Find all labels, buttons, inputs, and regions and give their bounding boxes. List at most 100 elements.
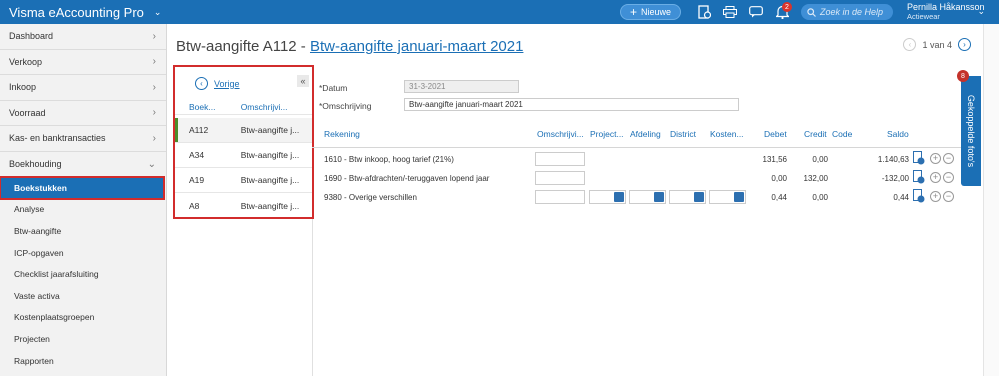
description-label: *Omschrijving bbox=[319, 101, 372, 111]
list-item[interactable]: A8 Btw-aangifte j... bbox=[175, 193, 312, 218]
cell-debet[interactable]: 0,44 bbox=[752, 193, 787, 202]
app-brand[interactable]: Visma eAccounting Pro ⌄ bbox=[0, 0, 164, 24]
pager: ‹ 1 van 4 › bbox=[903, 38, 971, 51]
col-code[interactable]: Code bbox=[832, 129, 852, 139]
col-debet[interactable]: Debet bbox=[764, 129, 787, 139]
col-afdeling[interactable]: Afdeling bbox=[630, 129, 661, 139]
header-divider bbox=[312, 147, 962, 148]
linked-photos-tab[interactable]: Gekoppelde foto's bbox=[961, 76, 981, 186]
page-title-link[interactable]: Btw-aangifte januari-maart 2021 bbox=[310, 38, 523, 55]
col-rekening[interactable]: Rekening bbox=[324, 129, 360, 139]
pager-text: 1 van 4 bbox=[922, 39, 952, 50]
list-item[interactable]: A34 Btw-aangifte j... bbox=[175, 143, 312, 168]
remove-row-icon[interactable]: − bbox=[943, 190, 954, 202]
sidebar-sub-checklist[interactable]: Checklist jaarafsluiting bbox=[0, 263, 166, 285]
previous-page-icon[interactable]: ‹ bbox=[903, 38, 917, 51]
cell-credit[interactable]: 132,00 bbox=[792, 174, 828, 183]
list-item-id: A19 bbox=[189, 175, 205, 185]
attach-document-icon[interactable] bbox=[913, 189, 925, 203]
col-kosten[interactable]: Kosten... bbox=[710, 129, 744, 139]
row-actions: + − bbox=[913, 170, 954, 184]
sidebar-sub-rapporten[interactable]: Rapporten bbox=[0, 350, 166, 372]
col-district[interactable]: District bbox=[670, 129, 696, 139]
add-row-icon[interactable]: + bbox=[930, 171, 941, 183]
app-title: Visma eAccounting Pro bbox=[9, 4, 144, 20]
remove-row-icon[interactable]: − bbox=[943, 171, 954, 183]
document-settings-icon[interactable] bbox=[694, 2, 714, 22]
sidebar-item-label: Boekhouding bbox=[9, 159, 62, 170]
add-row-icon[interactable]: + bbox=[930, 152, 941, 164]
new-button[interactable]: + Nieuwe bbox=[619, 4, 681, 20]
list-item[interactable]: A19 Btw-aangifte j... bbox=[175, 168, 312, 193]
list-item-desc: Btw-aangifte j... bbox=[240, 125, 300, 135]
lookup-icon[interactable] bbox=[614, 192, 624, 202]
sidebar-sub-kostenplaatsgroepen[interactable]: Kostenplaatsgroepen bbox=[0, 307, 166, 329]
attach-document-icon[interactable] bbox=[913, 151, 925, 165]
col-saldo[interactable]: Saldo bbox=[887, 129, 909, 139]
sidebar-item-label: Voorraad bbox=[9, 107, 46, 118]
cell-rekening[interactable]: 9380 - Overige verschillen bbox=[324, 193, 417, 202]
voucher-list-panel: ‹ Vorige « Boek... Omschrijvi... A112 Btw… bbox=[173, 65, 314, 219]
company-name: Actiewear bbox=[907, 12, 940, 21]
plus-icon: + bbox=[629, 5, 637, 19]
list-item[interactable]: A112 Btw-aangifte j... bbox=[175, 118, 312, 143]
cell-saldo: 0,44 bbox=[893, 193, 909, 202]
list-header: Boek... Omschrijvi... bbox=[175, 99, 312, 115]
next-page-icon[interactable]: › bbox=[958, 38, 971, 51]
chevron-right-icon: › bbox=[152, 107, 156, 119]
sidebar-item-kas-bank[interactable]: Kas- en banktransacties › bbox=[0, 126, 166, 152]
chevron-right-icon: › bbox=[152, 30, 156, 42]
sidebar-sub-analyse[interactable]: Analyse bbox=[0, 199, 166, 221]
omschrijving-input[interactable] bbox=[535, 152, 585, 166]
date-field: 31-3-2021 bbox=[404, 80, 519, 93]
list-header-description[interactable]: Omschrijvi... bbox=[221, 102, 312, 112]
sidebar-item-voorraad[interactable]: Voorraad › bbox=[0, 101, 166, 126]
collapse-panel-icon[interactable]: « bbox=[297, 75, 309, 87]
sidebar-sub-projecten[interactable]: Projecten bbox=[0, 328, 166, 350]
sidebar-item-dashboard[interactable]: Dashboard › bbox=[0, 24, 166, 50]
description-field[interactable]: Btw-aangifte januari-maart 2021 bbox=[404, 98, 739, 111]
help-search-input[interactable]: Zoek in de Help bbox=[801, 4, 893, 20]
sidebar-sub-btw-aangifte[interactable]: Btw-aangifte bbox=[0, 220, 166, 242]
col-credit[interactable]: Credit bbox=[804, 129, 827, 139]
lookup-icon[interactable] bbox=[654, 192, 664, 202]
notification-badge: 2 bbox=[782, 2, 792, 12]
lookup-icon[interactable] bbox=[694, 192, 704, 202]
col-project[interactable]: Project... bbox=[590, 129, 624, 139]
omschrijving-input[interactable] bbox=[535, 190, 585, 204]
sidebar-sub-vaste-activa[interactable]: Vaste activa bbox=[0, 285, 166, 307]
sidebar-item-label: Kas- en banktransacties bbox=[9, 133, 106, 144]
chat-icon[interactable] bbox=[746, 2, 766, 22]
sidebar-item-boekhouding[interactable]: Boekhouding ⌄ bbox=[0, 152, 166, 178]
cell-credit[interactable]: 0,00 bbox=[792, 193, 828, 202]
add-row-icon[interactable]: + bbox=[930, 190, 941, 202]
lookup-icon[interactable] bbox=[734, 192, 744, 202]
cell-debet[interactable]: 131,56 bbox=[752, 155, 787, 164]
sidebar-sub-icp-opgaven[interactable]: ICP-opgaven bbox=[0, 242, 166, 264]
user-name: Pernilla Håkansson bbox=[907, 2, 985, 12]
cell-rekening[interactable]: 1690 - Btw-afdrachten/-teruggaven lopend… bbox=[324, 174, 489, 183]
remove-row-icon[interactable]: − bbox=[943, 152, 954, 164]
print-icon[interactable] bbox=[720, 2, 740, 22]
sidebar-item-inkoop[interactable]: Inkoop › bbox=[0, 75, 166, 101]
sidebar-item-verkoop[interactable]: Verkoop › bbox=[0, 50, 166, 75]
back-link[interactable]: ‹ Vorige bbox=[195, 77, 240, 90]
linked-photos-label: Gekoppelde foto's bbox=[966, 94, 976, 168]
date-label: *Datum bbox=[319, 83, 348, 93]
list-header-number[interactable]: Boek... bbox=[175, 102, 221, 112]
back-label: Vorige bbox=[214, 78, 240, 89]
cell-rekening[interactable]: 1610 - Btw inkoop, hoog tarief (21%) bbox=[324, 155, 454, 164]
col-omschrijving[interactable]: Omschrijvi... bbox=[537, 129, 584, 139]
list-item-id: A34 bbox=[189, 150, 205, 160]
chevron-down-icon: ⌄ bbox=[153, 6, 162, 17]
sidebar-sub-boekstukken[interactable]: Boekstukken bbox=[0, 176, 165, 200]
notifications-bell-icon[interactable]: 2 bbox=[772, 2, 792, 22]
cell-credit[interactable]: 0,00 bbox=[792, 155, 828, 164]
list-item-desc: Btw-aangifte j... bbox=[240, 150, 300, 160]
table-row: 1610 - Btw inkoop, hoog tarief (21%) 131… bbox=[312, 150, 962, 169]
attach-document-icon[interactable] bbox=[913, 170, 925, 184]
omschrijving-input[interactable] bbox=[535, 171, 585, 185]
user-chevron-down-icon[interactable]: ⌄ bbox=[977, 6, 985, 17]
cell-debet[interactable]: 0,00 bbox=[752, 174, 787, 183]
list-item-desc: Btw-aangifte j... bbox=[240, 175, 300, 185]
